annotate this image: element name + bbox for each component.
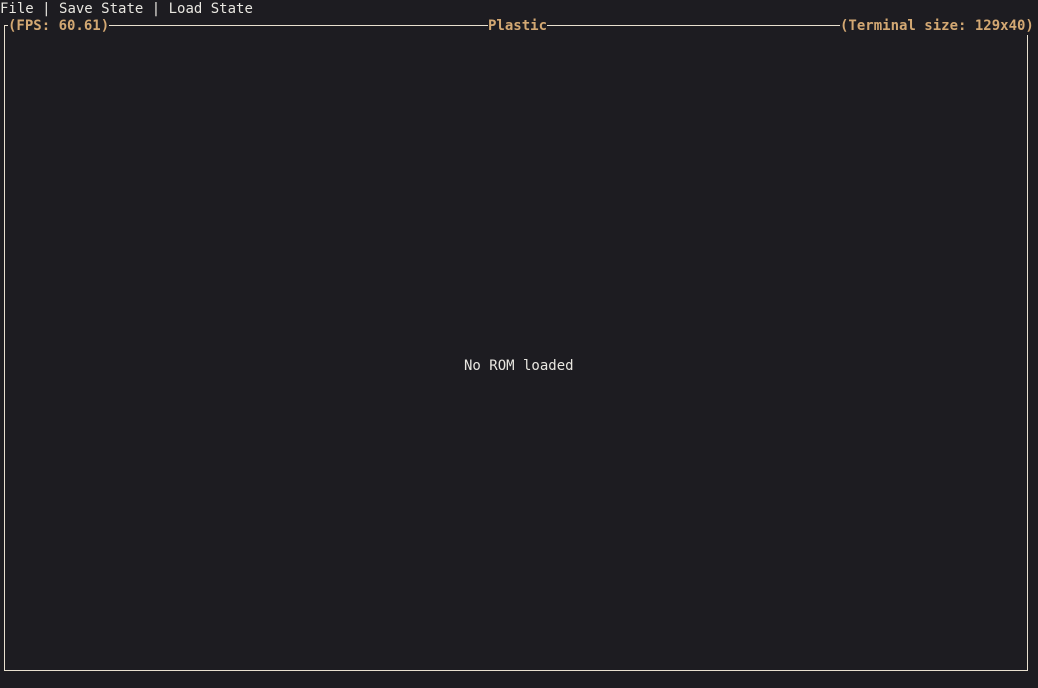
app-title: Plastic [488,17,548,35]
menu-file[interactable]: File [0,1,34,17]
no-rom-message: No ROM loaded [464,358,574,374]
menu-separator: | [143,1,169,17]
menu-load-state[interactable]: Load State [169,1,253,17]
main-frame [4,25,1028,671]
menu-separator: | [33,1,60,17]
terminal-size-indicator: (Terminal size: 129x40) [840,17,1034,35]
frame-corner-left [4,25,5,33]
menu-save-state[interactable]: Save State [59,1,143,17]
menu-bar: File | Save State | Load State [0,0,253,18]
fps-indicator: (FPS: 60.61) [8,17,110,35]
